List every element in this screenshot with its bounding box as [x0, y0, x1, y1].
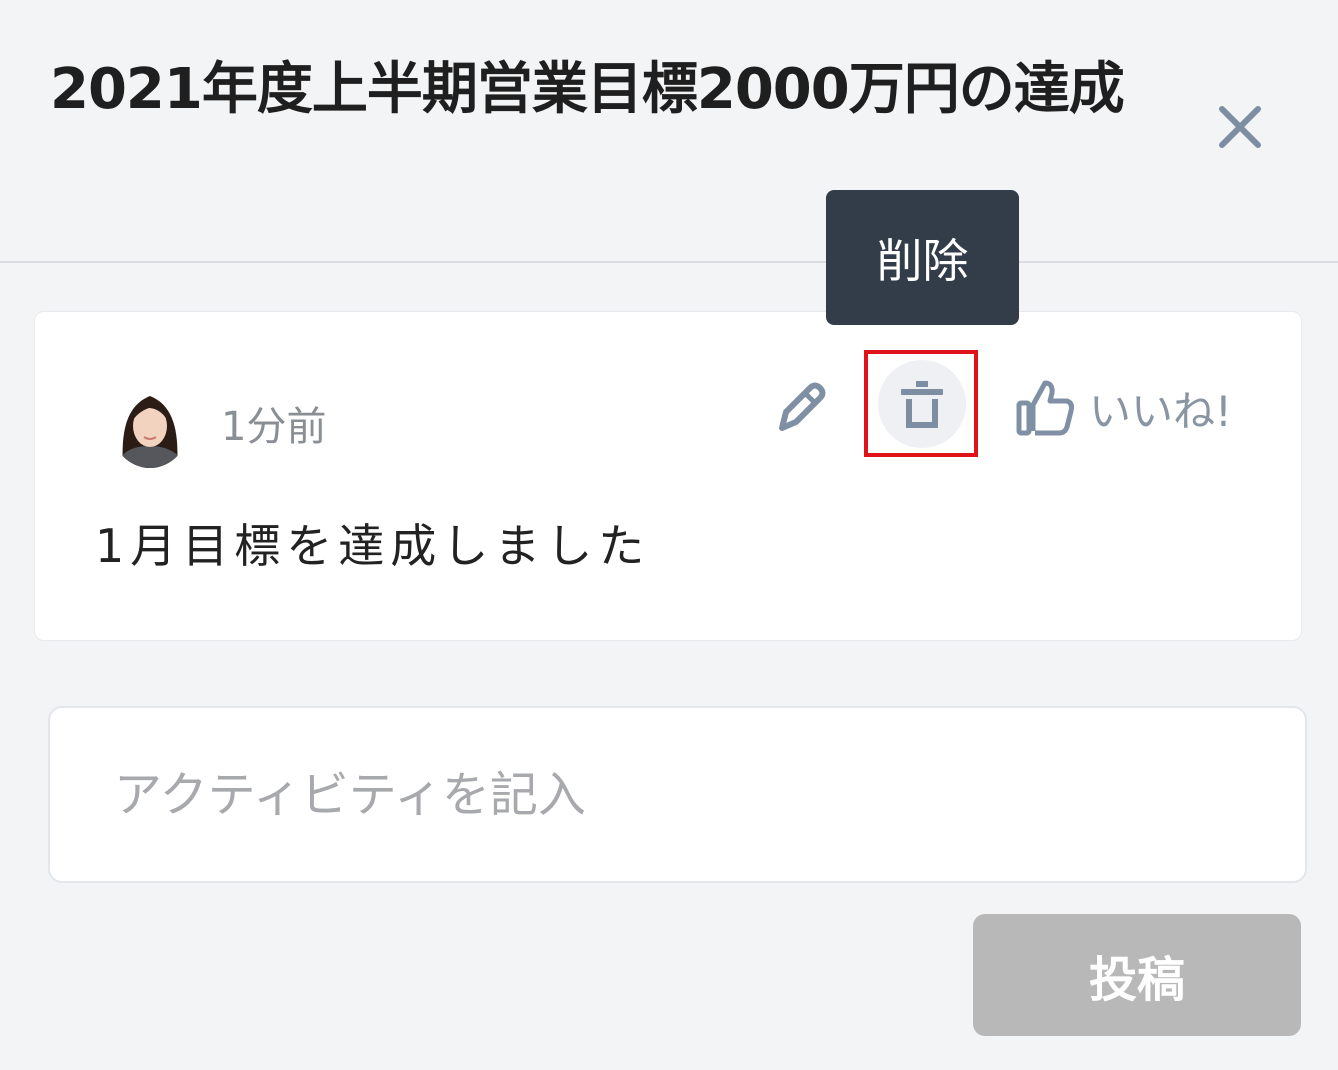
activity-panel: 2021年度上半期営業目標2000万円の達成 1分前 いいね! 1月目標を達成し… [0, 0, 1338, 1070]
activity-input[interactable] [48, 706, 1307, 883]
pencil-icon [779, 382, 826, 431]
activity-card: 1分前 いいね! 1月目標を達成しました [34, 311, 1302, 641]
trash-icon [901, 381, 943, 428]
avatar [111, 384, 189, 468]
delete-button[interactable] [878, 360, 966, 448]
delete-tooltip: 削除 [826, 190, 1019, 325]
timestamp: 1分前 [221, 404, 327, 450]
activity-comment: 1月目標を達成しました [95, 519, 651, 573]
panel-header: 2021年度上半期営業目標2000万円の達成 [0, 0, 1338, 263]
close-icon [1219, 106, 1261, 148]
like-label: いいね! [1089, 386, 1232, 436]
close-button[interactable] [1208, 95, 1272, 159]
post-button[interactable]: 投稿 [973, 914, 1301, 1036]
like-button[interactable]: いいね! [1015, 372, 1232, 444]
edit-button[interactable] [768, 372, 836, 440]
thumbs-up-icon [1016, 380, 1074, 436]
page-title: 2021年度上半期営業目標2000万円の達成 [50, 57, 1125, 122]
